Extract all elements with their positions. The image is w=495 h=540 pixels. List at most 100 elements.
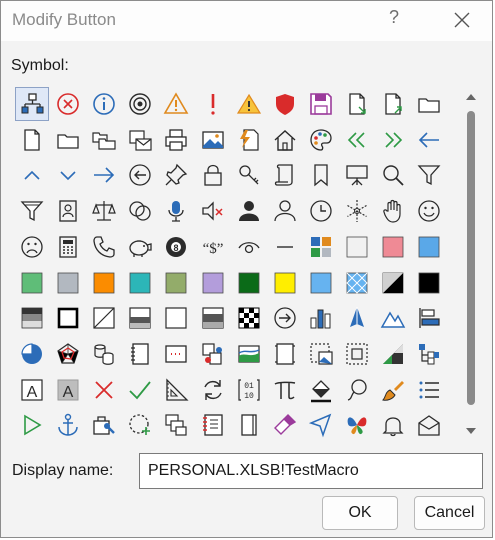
symbol-cell[interactable] bbox=[268, 301, 302, 335]
symbol-cell[interactable] bbox=[304, 301, 338, 335]
symbol-cell[interactable] bbox=[51, 408, 85, 442]
display-name-input[interactable] bbox=[139, 453, 483, 489]
symbol-cell[interactable] bbox=[51, 337, 85, 371]
symbol-cell[interactable] bbox=[123, 337, 157, 371]
symbol-cell[interactable] bbox=[412, 194, 446, 228]
symbol-cell[interactable] bbox=[304, 158, 338, 192]
symbol-cell[interactable] bbox=[268, 158, 302, 192]
symbol-cell[interactable] bbox=[15, 158, 49, 192]
symbol-cell[interactable] bbox=[51, 301, 85, 335]
symbol-cell[interactable] bbox=[412, 230, 446, 264]
symbol-cell[interactable] bbox=[340, 87, 374, 121]
symbol-cell[interactable] bbox=[232, 194, 266, 228]
symbol-cell[interactable] bbox=[232, 87, 266, 121]
symbol-cell[interactable] bbox=[376, 337, 410, 371]
symbol-cell[interactable] bbox=[159, 337, 193, 371]
symbol-cell[interactable] bbox=[15, 230, 49, 264]
symbol-cell[interactable] bbox=[376, 87, 410, 121]
symbol-cell[interactable] bbox=[123, 301, 157, 335]
symbol-cell[interactable] bbox=[376, 158, 410, 192]
symbol-cell[interactable] bbox=[376, 230, 410, 264]
close-button[interactable] bbox=[450, 8, 474, 32]
symbol-cell[interactable] bbox=[123, 373, 157, 407]
symbol-cell[interactable] bbox=[196, 266, 230, 300]
symbol-cell[interactable] bbox=[412, 158, 446, 192]
symbol-cell[interactable] bbox=[268, 194, 302, 228]
symbol-cell[interactable] bbox=[15, 87, 49, 121]
scrollbar-thumb[interactable] bbox=[467, 111, 475, 405]
symbol-cell[interactable] bbox=[232, 123, 266, 157]
symbol-cell[interactable] bbox=[232, 301, 266, 335]
symbol-cell[interactable] bbox=[123, 158, 157, 192]
symbol-cell[interactable] bbox=[15, 337, 49, 371]
symbol-cell[interactable] bbox=[87, 123, 121, 157]
symbol-cell[interactable] bbox=[268, 87, 302, 121]
symbol-cell[interactable] bbox=[159, 123, 193, 157]
symbol-cell[interactable] bbox=[15, 123, 49, 157]
symbol-cell[interactable]: 8 bbox=[159, 230, 193, 264]
symbol-cell[interactable] bbox=[123, 230, 157, 264]
symbol-cell[interactable] bbox=[268, 266, 302, 300]
symbol-cell[interactable] bbox=[376, 373, 410, 407]
symbol-cell[interactable] bbox=[268, 337, 302, 371]
symbol-cell[interactable] bbox=[340, 373, 374, 407]
symbol-cell[interactable] bbox=[268, 408, 302, 442]
symbol-cell[interactable] bbox=[304, 266, 338, 300]
symbol-cell[interactable] bbox=[87, 373, 121, 407]
symbol-cell[interactable] bbox=[268, 123, 302, 157]
symbol-cell[interactable] bbox=[51, 158, 85, 192]
symbol-cell[interactable] bbox=[87, 87, 121, 121]
symbol-cell[interactable] bbox=[304, 123, 338, 157]
symbol-cell[interactable] bbox=[159, 266, 193, 300]
symbol-cell[interactable] bbox=[412, 301, 446, 335]
symbol-cell[interactable] bbox=[340, 266, 374, 300]
symbol-cell[interactable] bbox=[51, 87, 85, 121]
symbol-cell[interactable] bbox=[196, 123, 230, 157]
symbol-cell[interactable] bbox=[196, 337, 230, 371]
scroll-up-arrow[interactable] bbox=[465, 91, 477, 103]
symbol-cell[interactable] bbox=[304, 408, 338, 442]
symbol-cell[interactable] bbox=[340, 158, 374, 192]
symbol-cell[interactable] bbox=[87, 266, 121, 300]
symbol-cell[interactable] bbox=[196, 373, 230, 407]
symbol-cell[interactable] bbox=[340, 194, 374, 228]
symbol-cell[interactable] bbox=[412, 123, 446, 157]
symbol-cell[interactable] bbox=[412, 337, 446, 371]
ok-button[interactable]: OK bbox=[322, 496, 398, 530]
symbol-cell[interactable] bbox=[376, 266, 410, 300]
cancel-button[interactable]: Cancel bbox=[414, 496, 485, 530]
symbol-cell[interactable] bbox=[87, 337, 121, 371]
symbol-cell[interactable] bbox=[232, 158, 266, 192]
symbol-cell[interactable] bbox=[196, 158, 230, 192]
symbol-cell[interactable] bbox=[15, 408, 49, 442]
symbol-cell[interactable] bbox=[87, 408, 121, 442]
symbol-cell[interactable] bbox=[159, 158, 193, 192]
symbol-cell[interactable] bbox=[376, 194, 410, 228]
symbol-cell[interactable]: “$” bbox=[196, 230, 230, 264]
symbol-cell[interactable] bbox=[159, 194, 193, 228]
symbol-cell[interactable] bbox=[232, 266, 266, 300]
symbol-cell[interactable]: 01 10 bbox=[232, 373, 266, 407]
symbol-cell[interactable] bbox=[340, 337, 374, 371]
symbol-cell[interactable] bbox=[159, 373, 193, 407]
symbol-cell[interactable] bbox=[123, 123, 157, 157]
symbol-cell[interactable] bbox=[232, 337, 266, 371]
symbol-cell[interactable] bbox=[15, 194, 49, 228]
symbol-cell[interactable] bbox=[15, 301, 49, 335]
symbol-cell[interactable] bbox=[412, 87, 446, 121]
symbol-cell[interactable] bbox=[51, 230, 85, 264]
symbol-cell[interactable] bbox=[232, 230, 266, 264]
symbol-cell[interactable] bbox=[376, 408, 410, 442]
symbol-cell[interactable] bbox=[123, 266, 157, 300]
symbol-cell[interactable] bbox=[87, 194, 121, 228]
symbol-cell[interactable] bbox=[51, 123, 85, 157]
symbol-cell[interactable] bbox=[412, 408, 446, 442]
symbol-cell[interactable] bbox=[340, 123, 374, 157]
symbol-cell[interactable]: A bbox=[15, 373, 49, 407]
symbol-cell[interactable] bbox=[412, 266, 446, 300]
symbol-cell[interactable] bbox=[51, 194, 85, 228]
symbol-cell[interactable] bbox=[304, 337, 338, 371]
symbol-cell[interactable] bbox=[123, 408, 157, 442]
symbol-cell[interactable] bbox=[304, 194, 338, 228]
symbol-cell[interactable] bbox=[232, 408, 266, 442]
